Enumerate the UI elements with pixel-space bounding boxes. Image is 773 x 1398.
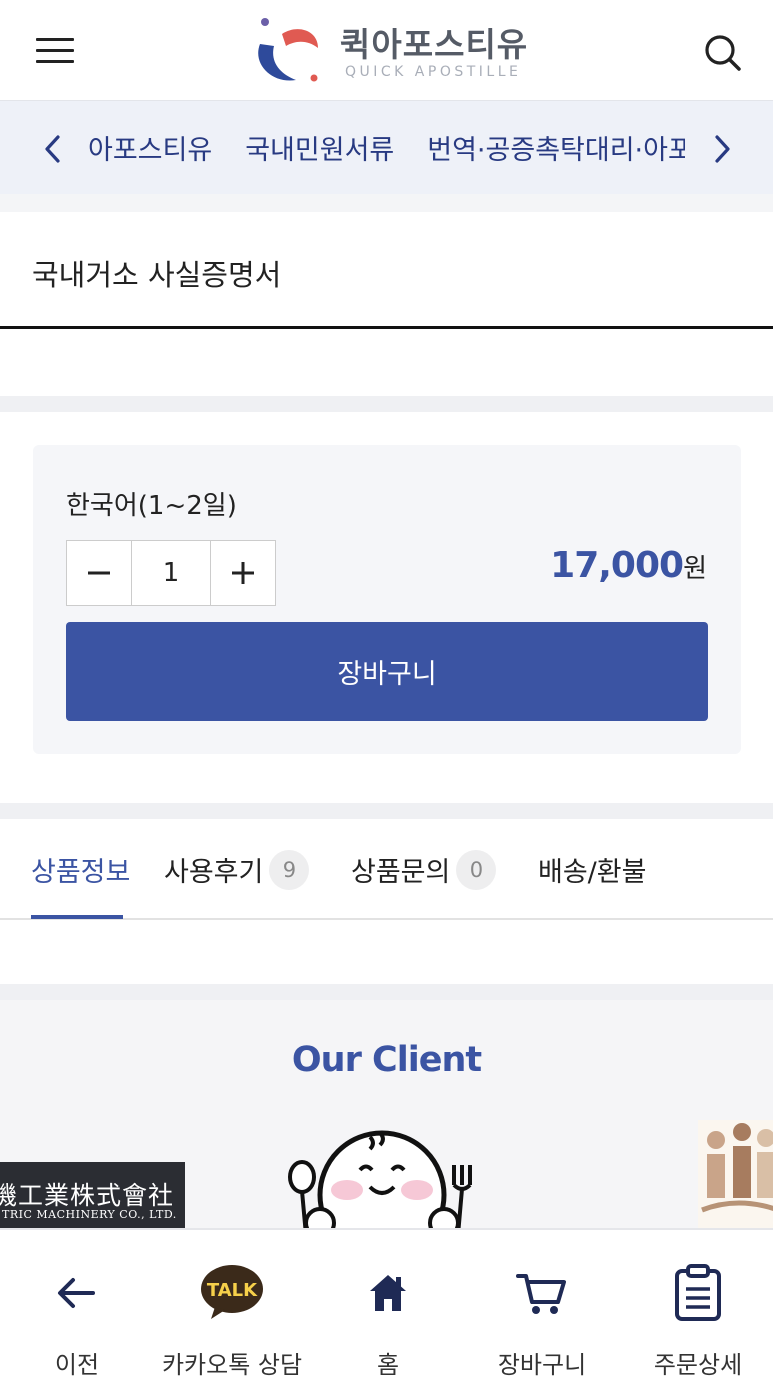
bottom-nav-home[interactable]: 홈 xyxy=(348,1230,428,1398)
tab-label: 사용후기 xyxy=(164,857,264,888)
section-divider xyxy=(0,396,773,412)
price-unit: 원 xyxy=(683,554,707,584)
price: 17,000원 xyxy=(550,545,707,586)
clients-title: Our Client xyxy=(291,1040,482,1080)
decrease-quantity-button[interactable] xyxy=(67,541,131,605)
tab-qna[interactable]: 상품문의 0 xyxy=(351,819,497,920)
spacer xyxy=(0,194,773,212)
qna-count-badge: 0 xyxy=(456,849,497,890)
reviews-count-badge: 9 xyxy=(269,849,310,890)
bottom-nav-kakao[interactable]: TALK 카카오톡 상담 xyxy=(162,1230,302,1398)
bottom-nav-label: 장바구니 xyxy=(497,1351,587,1379)
bottom-nav-label: 홈 xyxy=(376,1351,400,1379)
tab-label: 상품정보 xyxy=(31,857,131,888)
bottom-nav-label: 이전 xyxy=(54,1351,100,1379)
product-tabs: 상품정보 사용후기 9 상품문의 0 배송/환불 xyxy=(0,819,773,920)
client-logo-people xyxy=(698,1120,773,1228)
logo-text-english: QUICK APOSTILLE xyxy=(345,64,522,80)
arrow-left-icon xyxy=(37,1258,117,1328)
purchase-section: 한국어(1~2일) 1 17,000원 장바구니 xyxy=(0,412,773,803)
bottom-nav-label: 카카오톡 상담 xyxy=(161,1351,303,1379)
client-logo-machinery: 機工業株式會社 TRIC MACHINERY CO., LTD. xyxy=(0,1162,185,1228)
section-divider xyxy=(0,984,773,1000)
add-to-cart-button[interactable]: 장바구니 xyxy=(66,622,708,721)
kakao-talk-icon: TALK xyxy=(192,1258,272,1328)
category-nav: 아포스티유 국내민원서류 번역·공증촉탁대리·아포스티유 xyxy=(0,101,773,194)
option-label: 한국어(1~2일) xyxy=(66,491,237,521)
home-icon xyxy=(348,1258,428,1328)
product-title: 국내거소 사실증명서 xyxy=(32,258,282,292)
shopping-cart-icon xyxy=(502,1258,582,1328)
minus-icon xyxy=(88,571,110,575)
price-amount: 17,000 xyxy=(550,545,684,586)
bottom-nav-label: 주문상세 xyxy=(653,1351,743,1379)
product-title-section: 국내거소 사실증명서 xyxy=(0,212,773,329)
kakao-badge-text: TALK xyxy=(207,1280,258,1301)
tab-product-info[interactable]: 상품정보 xyxy=(31,819,130,920)
chevron-right-icon[interactable] xyxy=(707,129,737,169)
bottom-nav-cart[interactable]: 장바구니 xyxy=(492,1230,592,1398)
client-logo-subtext: TRIC MACHINERY CO., LTD. xyxy=(2,1208,177,1221)
section-divider xyxy=(0,803,773,819)
clipboard-icon xyxy=(658,1258,738,1328)
quantity-stepper: 1 xyxy=(66,540,276,606)
client-logo-smiley xyxy=(288,1130,472,1228)
chevron-left-icon[interactable] xyxy=(38,129,68,169)
tab-reviews[interactable]: 사용후기 9 xyxy=(164,819,310,920)
spacer xyxy=(0,329,773,396)
logo-mark-icon xyxy=(258,18,318,82)
plus-icon xyxy=(232,562,254,584)
active-tab-indicator xyxy=(31,915,123,919)
hamburger-menu-icon[interactable] xyxy=(34,34,76,68)
quantity-value[interactable]: 1 xyxy=(131,541,211,605)
client-logo-text: 機工業株式會社 xyxy=(0,1181,175,1210)
app-header: 퀵아포스티유 QUICK APOSTILLE xyxy=(0,0,773,101)
clients-section: Our Client 機工業株式會社 TRIC MACHINERY CO., L… xyxy=(0,1000,773,1228)
bottom-nav-back[interactable]: 이전 xyxy=(37,1230,117,1398)
logo[interactable]: 퀵아포스티유 QUICK APOSTILLE xyxy=(252,14,532,88)
bottom-nav-orders[interactable]: 주문상세 xyxy=(650,1230,746,1398)
tab-delivery-refund[interactable]: 배송/환불 xyxy=(538,819,646,920)
spacer xyxy=(0,920,773,984)
category-scroller: 아포스티유 국내민원서류 번역·공증촉탁대리·아포스티유 xyxy=(88,101,685,194)
category-item-translation-notary[interactable]: 번역·공증촉탁대리·아포스티유 xyxy=(427,128,685,167)
option-box: 한국어(1~2일) 1 17,000원 장바구니 xyxy=(33,445,741,754)
tab-label: 배송/환불 xyxy=(538,857,647,888)
category-item-domestic-documents[interactable]: 국내민원서류 xyxy=(245,128,394,167)
category-item-apostille[interactable]: 아포스티유 xyxy=(88,128,212,167)
search-icon[interactable] xyxy=(700,30,744,74)
tab-label: 상품문의 xyxy=(351,857,451,888)
logo-text-korean: 퀵아포스티유 xyxy=(340,25,529,64)
increase-quantity-button[interactable] xyxy=(211,541,275,605)
bottom-navigation: 이전 TALK 카카오톡 상담 홈 장바구니 주문상세 xyxy=(0,1228,773,1398)
